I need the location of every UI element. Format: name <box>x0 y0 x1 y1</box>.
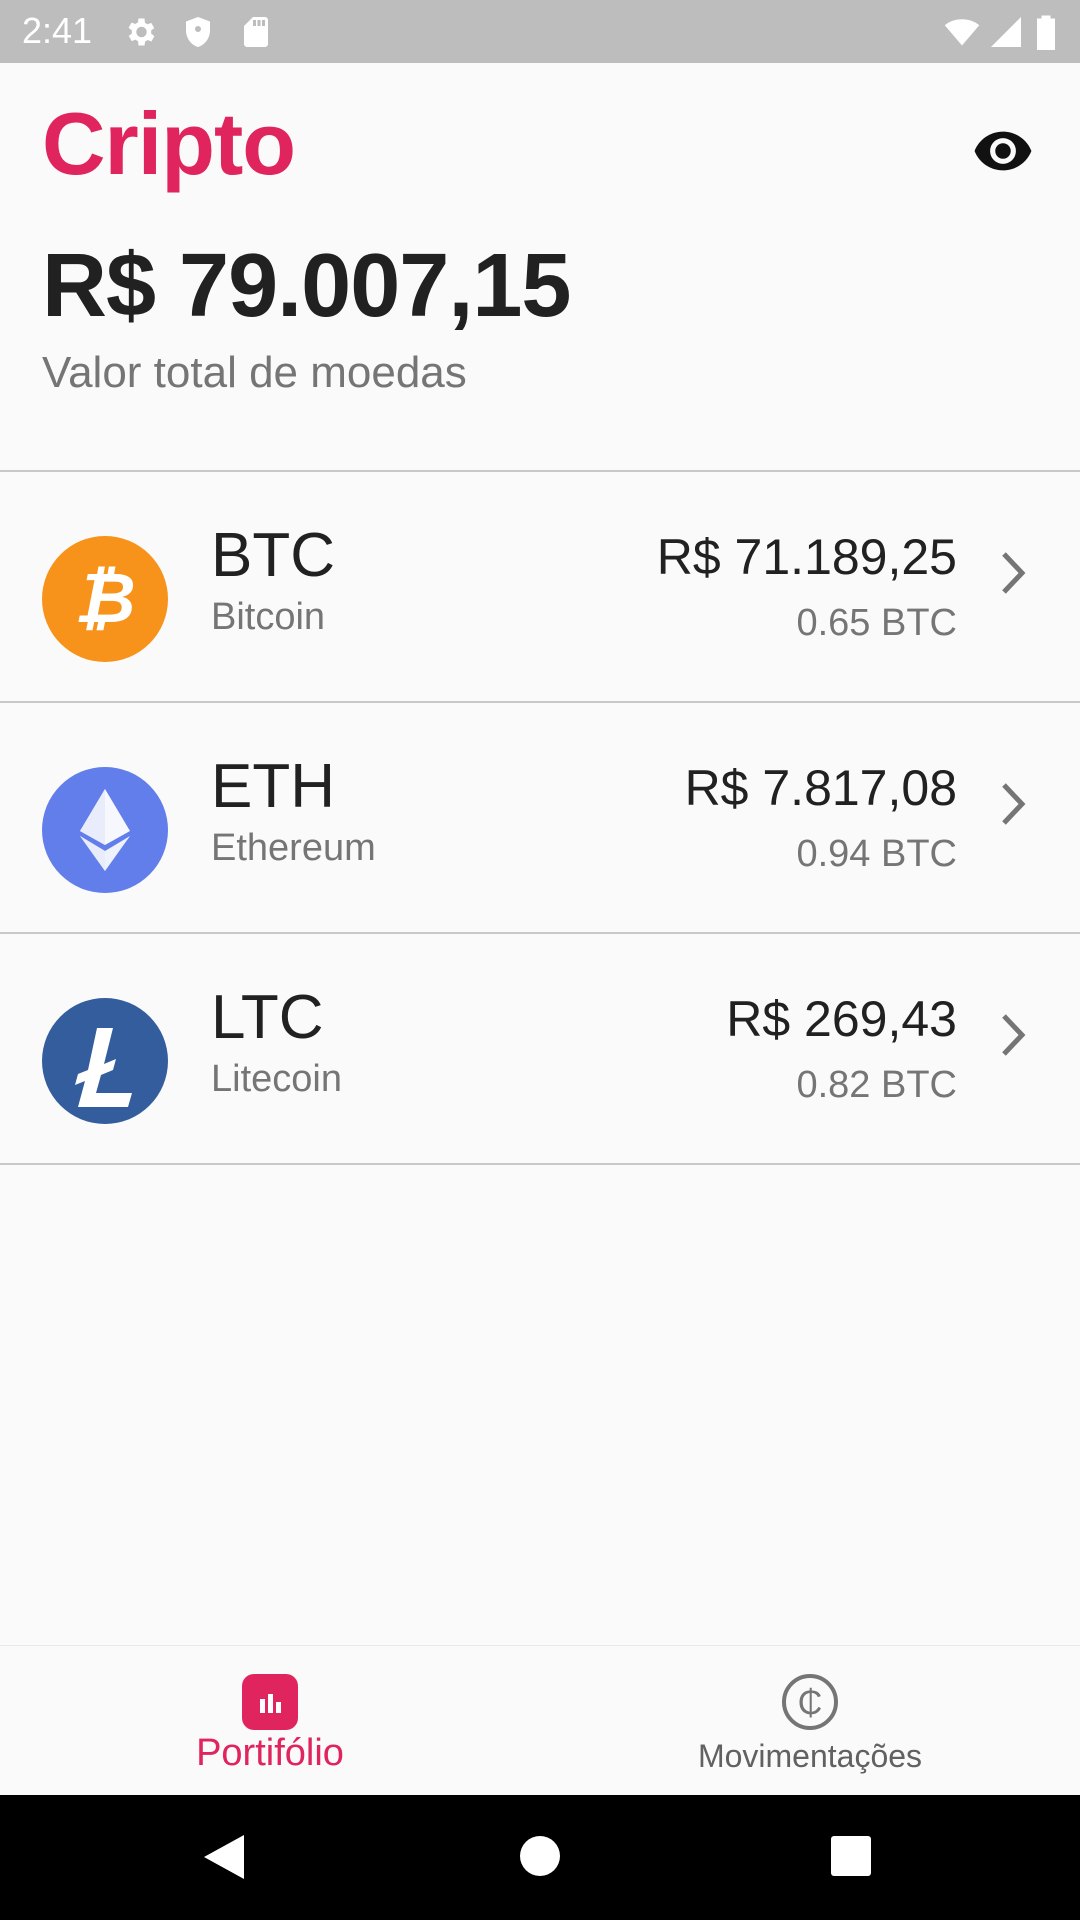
bitcoin-icon: ₿ <box>42 536 168 662</box>
coin-name: Bitcoin <box>211 596 326 638</box>
coin-name: Litecoin <box>211 1058 342 1100</box>
divider <box>0 1163 1080 1165</box>
coin-name: Ethereum <box>211 827 376 869</box>
battery-icon <box>1034 14 1058 50</box>
total-value: R$ 79.007,15 <box>42 236 571 336</box>
nav-label-portfolio: Portifólio <box>196 1732 344 1774</box>
chevron-right-icon <box>996 546 1032 600</box>
chart-bars-icon <box>240 1672 300 1732</box>
coin-amount: 0.65 BTC <box>796 602 957 644</box>
coin-symbol: LTC <box>211 983 324 1052</box>
bottom-navigation: Portifólio ₵ Movimentações <box>0 1645 1080 1796</box>
back-icon[interactable] <box>200 1831 248 1888</box>
coin-symbol: BTC <box>211 521 335 590</box>
coin-icon: ₵ <box>780 1672 840 1732</box>
chevron-right-icon <box>996 1008 1032 1062</box>
coin-row-eth[interactable]: ETH Ethereum R$ 7.817,08 0.94 BTC <box>0 703 1080 931</box>
app-title: Cripto <box>42 94 296 193</box>
svg-text:₵: ₵ <box>798 1684 823 1722</box>
eye-icon[interactable] <box>972 120 1034 182</box>
status-time: 2:41 <box>22 10 93 51</box>
coin-amount: 0.82 BTC <box>796 1064 957 1106</box>
coin-row-btc[interactable]: ₿ BTC Bitcoin R$ 71.189,25 0.65 BTC <box>0 472 1080 700</box>
home-icon[interactable] <box>519 1835 561 1882</box>
coin-value: R$ 71.189,25 <box>656 529 957 585</box>
coin-value: R$ 269,43 <box>726 991 957 1047</box>
nav-label-movimentacoes: Movimentações <box>697 1738 923 1774</box>
total-label: Valor total de moedas <box>42 348 467 397</box>
sd-card-icon <box>238 14 274 50</box>
chevron-right-icon <box>996 777 1032 831</box>
wifi-icon <box>944 14 980 50</box>
recents-icon[interactable] <box>830 1835 872 1882</box>
coin-row-ltc[interactable]: LTC Litecoin R$ 269,43 0.82 BTC <box>0 934 1080 1162</box>
status-bar: 2:41 <box>0 0 1080 63</box>
ethereum-icon <box>42 767 168 893</box>
coin-symbol: ETH <box>211 752 335 821</box>
svg-text:₿: ₿ <box>74 559 135 637</box>
shield-icon <box>180 14 216 50</box>
coin-value: R$ 7.817,08 <box>684 760 957 816</box>
nav-item-portfolio[interactable]: Portifólio <box>0 1646 540 1796</box>
gear-icon <box>122 14 158 50</box>
coin-amount: 0.94 BTC <box>796 833 957 875</box>
nav-item-movimentacoes[interactable]: ₵ Movimentações <box>540 1646 1080 1796</box>
signal-icon <box>988 14 1024 50</box>
system-navigation-bar <box>0 1795 1080 1920</box>
litecoin-icon <box>42 998 168 1124</box>
